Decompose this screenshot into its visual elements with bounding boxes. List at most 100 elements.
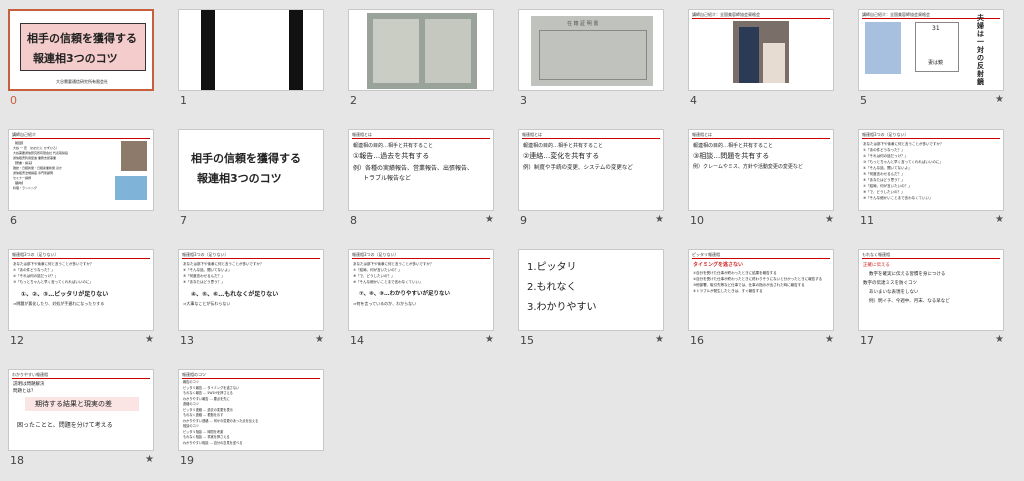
- book-cover: [865, 22, 901, 74]
- slide-sorter: 相手の信頼を獲得する 報連相3つのコツ 大谷需要通信研究所有限会社 0 1 2 …: [0, 0, 1024, 481]
- slide-number: 6: [10, 214, 17, 227]
- slide-thumbnail-12[interactable]: 報連相3つの（足りない） あなたは部下や後輩に何と言うことが多いですか？ ①「あ…: [0, 240, 160, 350]
- text-line: 例）明イチ、今週中、月末、なる早など: [869, 299, 950, 304]
- slide-number: 2: [350, 94, 357, 107]
- animation-star-icon: ★: [825, 334, 834, 345]
- main-line: ②連絡…変化を共有する: [523, 152, 600, 160]
- title-line-2: 報連相3つのコツ: [33, 52, 118, 65]
- slide-thumbnail-15[interactable]: 1.ピッタリ 2.もれなく 3.わかりやすい 15 ★: [510, 240, 670, 350]
- slide-15-preview: 1.ピッタリ 2.もれなく 3.わかりやすい: [518, 249, 664, 331]
- text-line: 数字の伝達ミスを防ぐコツ: [863, 281, 917, 286]
- conclusion-line: ⇒大事なことが伝わらない: [183, 301, 231, 306]
- animation-star-icon: ★: [145, 454, 154, 465]
- slide-thumbnail-11[interactable]: 報連相3つの（足りない） あなたは部下や後輩に何と言うことが多いですか？ ①「あ…: [850, 120, 1010, 230]
- text-line: わかりやすい相談 … 自分の意見を述べる: [183, 440, 243, 445]
- slide-thumbnail-19[interactable]: 報連相のコツ 報告のコツ ピッタリ報告 … タイミングを逃さない もれなく報告 …: [170, 360, 330, 470]
- intro-text: 報連相の目的…相手と共有すること: [523, 143, 604, 149]
- slide-thumbnail-4[interactable]: 講師自己紹介：全国美容師協会資格会 4: [680, 0, 840, 110]
- slide-number: 17: [860, 334, 874, 347]
- title-line-1: 相手の信頼を獲得する: [27, 32, 137, 45]
- black-bar-left: [201, 10, 215, 90]
- slide-5-preview: 講師自己紹介：全国美容師協会資格会 31 妻は鏡 夫婦は一対の反射鏡: [858, 9, 1004, 91]
- text-line: 問題とは？: [13, 389, 36, 394]
- conclusion-line: ⇒問題が悪化したり、対処が手遅れになったりする: [13, 301, 105, 306]
- animation-star-icon: ★: [485, 334, 494, 345]
- conclusion-line: ⇒何を言っているのか、わからない: [353, 301, 417, 306]
- intro-text: 報連相の目的…相手と共有すること: [693, 143, 774, 149]
- highlight-text: 期待する結果と現実の差: [35, 400, 112, 408]
- slide-number: 19: [180, 454, 194, 467]
- example-line: 例）各種の実績報告、営業報告、出張報告、: [353, 165, 474, 172]
- slide-number: 10: [690, 214, 704, 227]
- animation-star-icon: ★: [655, 334, 664, 345]
- text-line: 数字を確実に伝える習慣を身につける: [869, 272, 946, 277]
- slide-thumbnail-6[interactable]: 講師自己紹介 【経歴】 大谷 一 宏 （おおたに かずひろ） 大谷需要通信研究所…: [0, 120, 160, 230]
- slide-number: 9: [520, 214, 527, 227]
- text-line: ⑨「そんな細かいことまで言わなくていい」: [353, 280, 423, 284]
- chip-text: 妻は鏡: [928, 60, 944, 66]
- slide-thumbnail-3[interactable]: 在 籍 証 明 書 3: [510, 0, 670, 110]
- slide-13-preview: 報連相3つの（足りない） あなたは部下や後輩に何と言うことが多いですか？ ④「そ…: [178, 249, 324, 331]
- animation-star-icon: ★: [995, 334, 1004, 345]
- emphasis-line: ⑦、⑧、⑨…わかりやすいが足りない: [359, 291, 450, 297]
- slide-thumbnail-10[interactable]: 報連相とは 報連相の目的…相手と共有すること ③相談…問題を共有する 例）クレー…: [680, 120, 840, 230]
- slide-10-preview: 報連相とは 報連相の目的…相手と共有すること ③相談…問題を共有する 例）クレー…: [688, 129, 834, 211]
- slide-4-preview: 講師自己紹介：全国美容師協会資格会: [688, 9, 834, 91]
- slide-thumbnail-17[interactable]: もれなく報連相 正確に伝える 数字を確実に伝える習慣を身につける 数字の伝達ミス…: [850, 240, 1010, 350]
- book-covers: [115, 176, 147, 200]
- example-line: 例）制度や手続の変更、システムの変更など: [523, 165, 633, 171]
- slide-number: 14: [350, 334, 364, 347]
- slide-number: 15: [520, 334, 534, 347]
- presenter-photo: [121, 141, 147, 171]
- slide-number: 0: [10, 94, 17, 107]
- lead-line: タイミングを逃さない: [693, 262, 744, 268]
- slide-number: 13: [180, 334, 194, 347]
- certificate-photo: 在 籍 証 明 書: [531, 16, 653, 86]
- slide-thumbnail-18[interactable]: わかりやすい報連相 説明は問題解決 問題とは？ 期待する結果と現実の差 困ったこ…: [0, 360, 160, 470]
- text-line: ⑥「あなたはどう思う？」: [183, 280, 225, 284]
- text-line: ④トラブルが発生したときは、すぐ報告する: [693, 289, 763, 293]
- example-line: 例）クレームやミス、方針や活動変更の変更など: [693, 164, 803, 170]
- text-line: ⑨「そんな細かいことまで言わなくていい」: [863, 196, 933, 200]
- slide-number: 5: [860, 94, 867, 107]
- slide-number: 11: [860, 214, 874, 227]
- point-line: 1.ピッタリ: [527, 262, 577, 273]
- slide-thumbnail-7[interactable]: 相手の信頼を獲得する 報連相3つのコツ 7: [170, 120, 330, 230]
- slide-7-preview: 相手の信頼を獲得する 報連相3つのコツ: [178, 129, 324, 211]
- text-line: 説明は問題解決: [13, 382, 45, 387]
- slide-number: 4: [690, 94, 697, 107]
- example-line-2: トラブル報告など: [363, 175, 412, 182]
- main-line: ③相談…問題を共有する: [693, 152, 770, 160]
- slide-thumbnail-8[interactable]: 報連相とは 報連相の目的…相手と共有すること ①報告…過去を共有する 例）各種の…: [340, 120, 500, 230]
- animation-star-icon: ★: [315, 334, 324, 345]
- animation-star-icon: ★: [995, 94, 1004, 105]
- slide-number: 16: [690, 334, 704, 347]
- slide-19-preview: 報連相のコツ 報告のコツ ピッタリ報告 … タイミングを逃さない もれなく報告 …: [178, 369, 324, 451]
- title-line-1: 相手の信頼を獲得する: [191, 152, 301, 165]
- slide-2-preview: [348, 9, 494, 91]
- slide-8-preview: 報連相とは 報連相の目的…相手と共有すること ①報告…過去を共有する 例）各種の…: [348, 129, 494, 211]
- black-bar-right: [289, 10, 303, 90]
- chip-number: 31: [932, 25, 940, 32]
- point-line: 3.わかりやすい: [527, 302, 597, 313]
- slide-thumbnail-5[interactable]: 講師自己紹介：全国美容師協会資格会 31 妻は鏡 夫婦は一対の反射鏡 5 ★: [850, 0, 1010, 110]
- slide-9-preview: 報連相とは 報連相の目的…相手と共有すること ②連絡…変化を共有する 例）制度や…: [518, 129, 664, 211]
- slide-number: 1: [180, 94, 187, 107]
- emphasis-line: ④、⑤、⑥…もれなくが足りない: [191, 291, 279, 298]
- animation-star-icon: ★: [485, 214, 494, 225]
- slide-number: 18: [10, 454, 24, 467]
- slide-thumbnail-13[interactable]: 報連相3つの（足りない） あなたは部下や後輩に何と言うことが多いですか？ ④「そ…: [170, 240, 330, 350]
- intro-text: 報連相の目的…相手と共有すること: [353, 143, 434, 149]
- text-line: 正確に伝える: [863, 263, 890, 268]
- slide-12-preview: 報連相3つの（足りない） あなたは部下や後輩に何と言うことが多いですか？ ①「あ…: [8, 249, 154, 331]
- slide-thumbnail-16[interactable]: ピッタリ報連相 タイミングを逃さない ①自分を受けた仕事が終わったときに結果を報…: [680, 240, 840, 350]
- slide-thumbnail-0[interactable]: 相手の信頼を獲得する 報連相3つのコツ 大谷需要通信研究所有限会社 0: [0, 0, 160, 110]
- slide-thumbnail-1[interactable]: 1: [170, 0, 330, 110]
- title-box: 相手の信頼を獲得する 報連相3つのコツ: [20, 23, 146, 71]
- text-line: あいまいな表現をしない: [869, 290, 919, 295]
- slide-11-preview: 報連相3つの（足りない） あなたは部下や後輩に何と言うことが多いですか？ ①「あ…: [858, 129, 1004, 211]
- slide-thumbnail-14[interactable]: 報連相3つの（足りない） あなたは部下や後輩に何と言うことが多いですか？ ⑦「結…: [340, 240, 500, 350]
- slide-thumbnail-9[interactable]: 報連相とは 報連相の目的…相手と共有すること ②連絡…変化を共有する 例）制度や…: [510, 120, 670, 230]
- couple-photo: [733, 21, 789, 83]
- slide-thumbnail-2[interactable]: 2: [340, 0, 500, 110]
